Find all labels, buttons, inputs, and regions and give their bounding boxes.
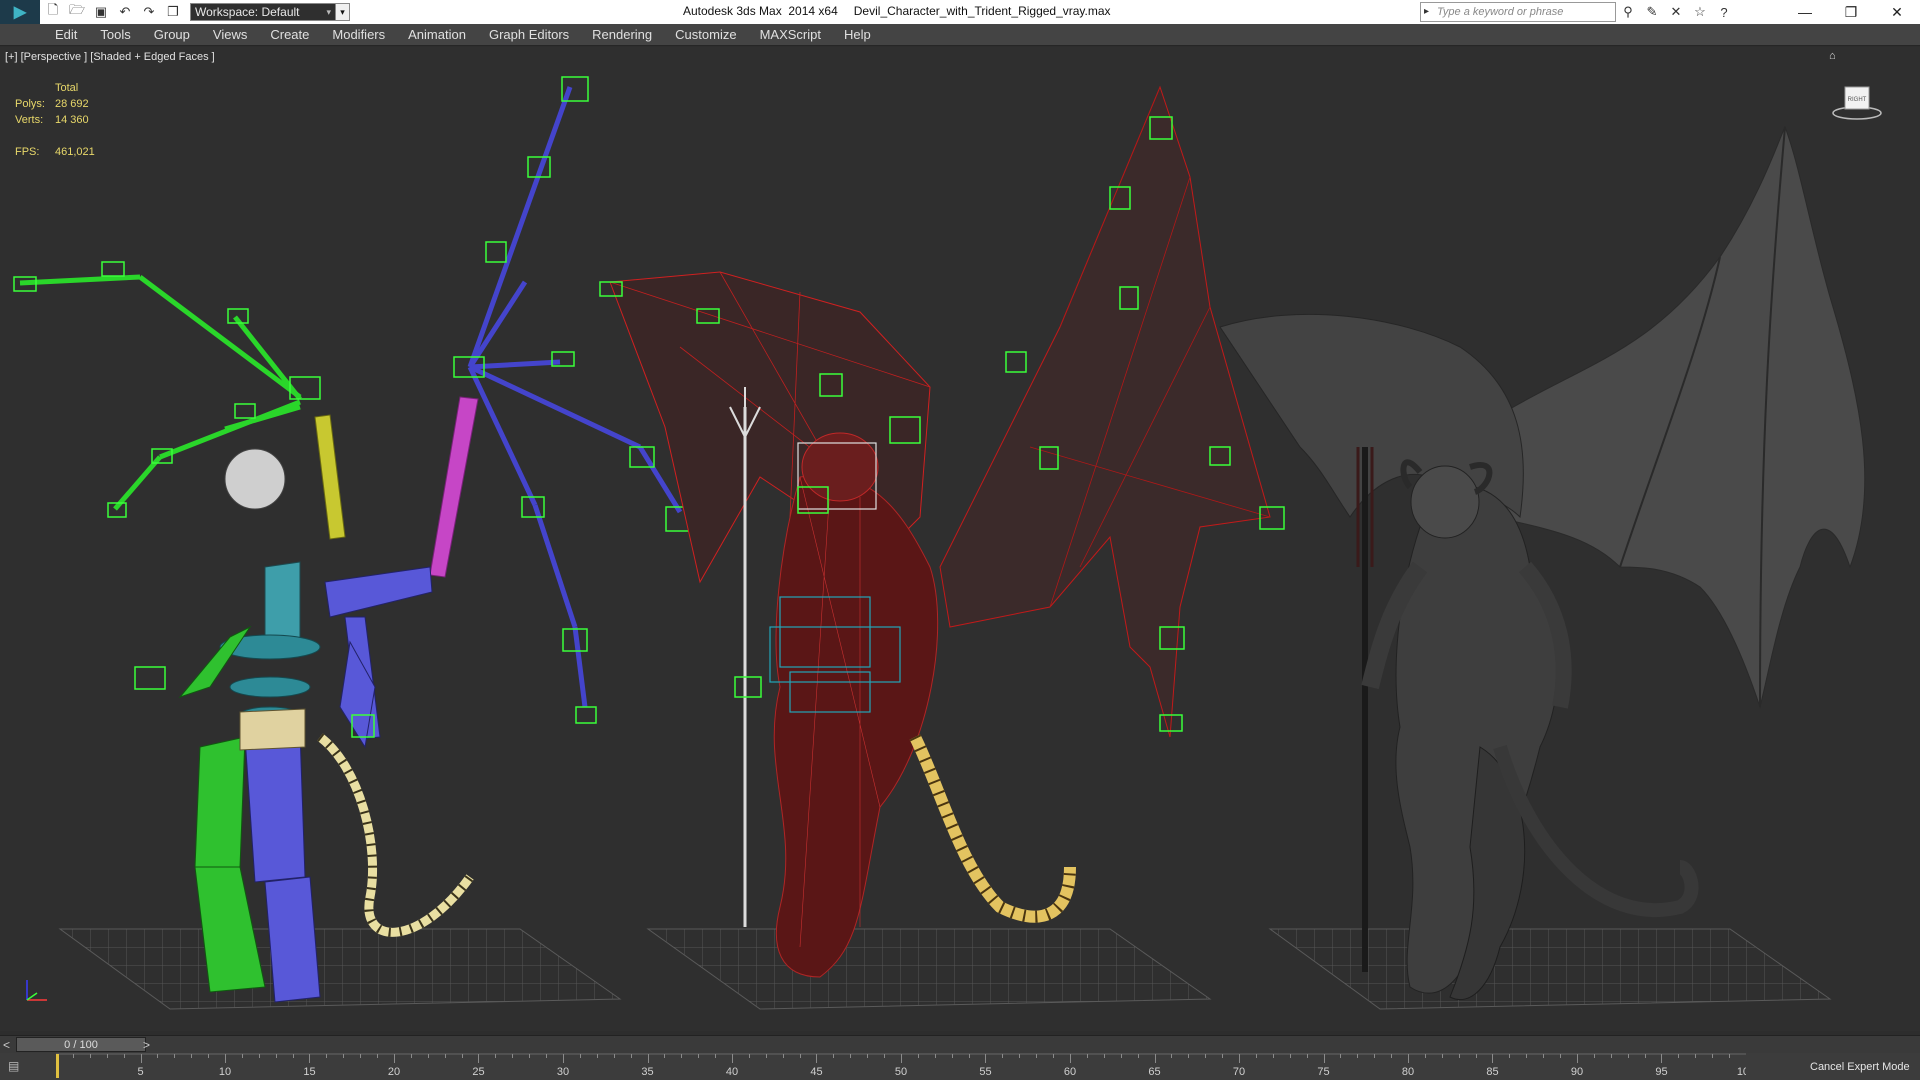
workspace-label: Workspace: Default	[195, 5, 300, 19]
bone-rig-skeleton	[13, 76, 693, 1003]
viewport-statistics: Total Polys: 28 692 Verts: 14 360 FPS: 461,…	[15, 80, 95, 160]
viewcube-face-label: RIGHT	[1848, 97, 1867, 103]
redo-icon[interactable]: ↷	[138, 1, 160, 23]
menu-views[interactable]: Views	[213, 27, 247, 42]
3dsmax-logo-icon: ▶	[13, 4, 27, 21]
help-icon[interactable]: ?	[1712, 5, 1736, 20]
menu-rendering[interactable]: Rendering	[592, 27, 652, 42]
app-menu-button[interactable]: ▶	[0, 0, 40, 24]
frame-tick-label: 55	[979, 1066, 991, 1078]
frame-tick-label: 20	[388, 1066, 400, 1078]
devil-shaded-model	[1219, 125, 1866, 1000]
fps-value: 461,021	[55, 146, 95, 158]
next-frame-button[interactable]: >	[143, 1038, 150, 1052]
frame-tick-label: 45	[810, 1066, 822, 1078]
search-input[interactable]: ▸ Type a keyword or phrase	[1420, 2, 1616, 22]
perspective-viewport[interactable]: [+] [Perspective ] [Shaded + Edged Faces…	[0, 47, 1920, 1031]
menu-tools[interactable]: Tools	[100, 27, 130, 42]
tools-icon[interactable]: ✎	[1640, 4, 1664, 20]
binoculars-icon[interactable]: ⚲	[1616, 4, 1640, 20]
menu-create[interactable]: Create	[270, 27, 309, 42]
frame-tick-label: 70	[1233, 1066, 1245, 1078]
search-placeholder: Type a keyword or phrase	[1437, 6, 1564, 18]
frame-tick-label: 5	[137, 1066, 143, 1078]
frame-ruler[interactable]: 5 10 15 20 25 30 35 40 45 50 55 60 65 70 75 80 85 90 95 100	[56, 1053, 1746, 1080]
frame-tick-label: 40	[726, 1066, 738, 1078]
viewport-label[interactable]: [+] [Perspective ] [Shaded + Edged Faces…	[5, 51, 215, 63]
save-file-icon[interactable]: ▣	[90, 1, 112, 23]
frame-tick-label: 80	[1402, 1066, 1414, 1078]
menu-maxscript[interactable]: MAXScript	[760, 27, 821, 42]
prev-frame-button[interactable]: <	[3, 1038, 10, 1052]
exchange-icon[interactable]: ✕	[1664, 4, 1688, 20]
home-icon[interactable]: ⌂	[1829, 50, 1836, 62]
frame-tick-label: 85	[1486, 1066, 1498, 1078]
cancel-expert-mode-button[interactable]: Cancel Expert Mode	[1800, 1053, 1920, 1080]
current-frame-marker[interactable]	[56, 1054, 59, 1078]
close-icon[interactable]: ✕	[1874, 0, 1920, 24]
frame-tick-label: 100	[1737, 1066, 1746, 1078]
time-slider-handle[interactable]: 0 / 100	[16, 1037, 146, 1052]
menu-graph-editors[interactable]: Graph Editors	[489, 27, 569, 42]
stats-header: Total	[55, 82, 79, 94]
open-file-icon[interactable]: 🗁	[66, 1, 88, 23]
workspace-dropdown[interactable]: Workspace: Default ▾	[190, 3, 336, 21]
frame-tick-label: 90	[1571, 1066, 1583, 1078]
star-icon[interactable]: ☆	[1688, 4, 1712, 20]
frame-display: 0 / 100	[64, 1039, 98, 1051]
frame-tick-label: 25	[472, 1066, 484, 1078]
frame-tick-label: 60	[1064, 1066, 1076, 1078]
frame-tick-label: 10	[219, 1066, 231, 1078]
ground-grid-left	[58, 928, 622, 1010]
menu-bar: Edit Tools Group Views Create Modifiers …	[0, 24, 1920, 46]
frame-tick-label: 65	[1148, 1066, 1160, 1078]
menu-modifiers[interactable]: Modifiers	[332, 27, 385, 42]
restore-icon[interactable]: ❐	[1828, 0, 1874, 24]
menu-animation[interactable]: Animation	[408, 27, 466, 42]
polys-label: Polys:	[15, 98, 45, 110]
ground-grid-right	[1268, 928, 1832, 1010]
frame-tick-label: 30	[557, 1066, 569, 1078]
devil-mesh-wireframe	[599, 85, 1285, 978]
file-name: Devil_Character_with_Trident_Rigged_vray…	[853, 4, 1111, 18]
undo-icon[interactable]: ↶	[114, 1, 136, 23]
fps-label: FPS:	[15, 146, 40, 158]
track-bar[interactable]: ▤ 5 10 15 20 25 30 35 40 45 50 55 60 65 70 75 80 85 90 95 1…	[0, 1053, 1920, 1080]
ground-grid-middle	[646, 928, 1212, 1010]
app-title: Autodesk 3ds Max 2014 x64	[683, 4, 838, 18]
chevron-down-icon: ▾	[326, 6, 331, 17]
viewcube-icon: RIGHT	[1832, 86, 1882, 120]
time-slider[interactable]: < 0 / 100 >	[0, 1035, 1920, 1054]
menu-edit[interactable]: Edit	[55, 27, 77, 42]
mini-curve-editor-icon[interactable]: ▤	[8, 1059, 30, 1073]
viewcube[interactable]: RIGHT	[1831, 81, 1883, 121]
search-expand-icon[interactable]: ▸	[1424, 6, 1429, 17]
frame-tick-label: 75	[1317, 1066, 1329, 1078]
axis-tripod-icon	[26, 980, 47, 1001]
frame-tick-label: 15	[303, 1066, 315, 1078]
minimize-icon[interactable]: —	[1782, 0, 1828, 24]
project-folder-icon[interactable]: ❐	[162, 1, 184, 23]
window-controls: — ❐ ✕	[1782, 0, 1920, 24]
verts-value: 14 360	[55, 114, 89, 126]
menu-customize[interactable]: Customize	[675, 27, 736, 42]
cancel-expert-label: Cancel Expert Mode	[1810, 1060, 1910, 1073]
new-file-icon[interactable]: 🗋	[42, 1, 64, 23]
frame-tick-label: 35	[641, 1066, 653, 1078]
frame-tick-label: 50	[895, 1066, 907, 1078]
infocenter-toolbar: ⚲ ✎ ✕ ☆ ?	[1616, 0, 1736, 24]
quick-access-dropdown[interactable]: ▾	[336, 3, 350, 21]
menu-group[interactable]: Group	[154, 27, 190, 42]
polys-value: 28 692	[55, 98, 89, 110]
verts-label: Verts:	[15, 114, 44, 126]
scene-render	[13, 76, 1866, 1010]
title-bar: ▶ 🗋 🗁 ▣ ↶ ↷ ❐ Workspace: Default ▾ ▾ Aut…	[0, 0, 1920, 24]
window-title: Autodesk 3ds Max 2014 x64 Devil_Character…	[683, 4, 1111, 18]
menu-help[interactable]: Help	[844, 27, 871, 42]
frame-tick-label: 95	[1655, 1066, 1667, 1078]
